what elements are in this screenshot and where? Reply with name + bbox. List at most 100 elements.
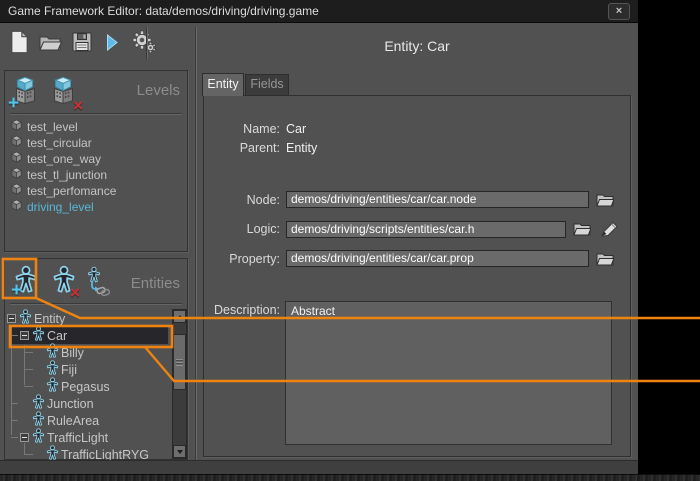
tree-connector	[11, 403, 18, 404]
scroll-up-button[interactable]	[173, 310, 186, 323]
level-item-label: test_one_way	[27, 152, 101, 166]
window-footer	[0, 460, 638, 474]
entities-tree: Entity Car Billy Fiji Pegasus Junction R…	[5, 310, 171, 460]
tree-connector	[11, 335, 18, 336]
tree-item-label: TrafficLight	[47, 431, 108, 445]
name-label: Name:	[206, 122, 280, 136]
levels-separator	[10, 113, 182, 115]
logic-path-input[interactable]: demos/driving/scripts/entities/car.h	[286, 221, 566, 238]
entity-person-icon	[32, 326, 47, 346]
node-path-input[interactable]: demos/driving/entities/car/car.node	[286, 191, 589, 208]
level-item-label: test_circular	[27, 136, 92, 150]
remove-level-button[interactable]: ×	[48, 75, 80, 111]
description-label: Description:	[203, 303, 280, 317]
tree-item-entity[interactable]: Entity	[5, 310, 168, 327]
level-item-label: test_perfomance	[27, 184, 116, 198]
level-list-item[interactable]: test_circular	[11, 135, 183, 151]
app-window: Game Framework Editor: data/demos/drivin…	[0, 0, 638, 474]
tree-item-label: Fiji	[61, 363, 77, 377]
parent-value: Entity	[286, 141, 317, 155]
description-textarea[interactable]: Abstract	[285, 301, 612, 445]
tree-item-label: Car	[47, 329, 67, 343]
tree-item-billy[interactable]: Billy	[5, 344, 168, 361]
entities-panel: + × Entities Entity Car Billy Fiji Pegas…	[4, 258, 188, 460]
toolbar-separator	[146, 27, 148, 59]
levels-list: test_level test_circular test_one_way test_…	[11, 119, 183, 215]
property-row: Property: demos/driving/entities/car/car.…	[206, 250, 631, 267]
tab-entity[interactable]: Entity	[202, 73, 244, 96]
tab-fields[interactable]: Fields	[245, 74, 289, 95]
name-value: Car	[286, 122, 306, 136]
node-folder-button[interactable]	[596, 193, 614, 207]
entities-panel-title: Entities	[131, 275, 180, 292]
logic-folder-button[interactable]	[573, 222, 591, 236]
scrollbar-thumb[interactable]	[173, 334, 186, 390]
new-file-button[interactable]	[10, 30, 29, 54]
level-item-label: test_level	[27, 120, 78, 134]
node-label: Node:	[206, 193, 280, 207]
level-item-label: test_tl_junction	[27, 168, 107, 182]
level-list-item[interactable]: driving_level	[11, 199, 183, 215]
logic-label: Logic:	[206, 222, 280, 236]
parent-label: Parent:	[206, 141, 280, 155]
entity-person-icon	[32, 428, 47, 448]
node-row: Node: demos/driving/entities/car/car.node	[206, 191, 631, 208]
tree-connector	[11, 437, 18, 438]
tree-item-label: Junction	[47, 397, 94, 411]
open-folder-button[interactable]	[39, 33, 62, 52]
levels-panel-title: Levels	[137, 82, 180, 99]
entity-person-icon	[46, 377, 61, 397]
tree-item-junction[interactable]: Junction	[5, 395, 168, 412]
tree-item-label: Billy	[61, 346, 84, 360]
entity-header-title: Entity: Car	[198, 38, 636, 54]
tree-item-label: RuleArea	[47, 414, 99, 428]
save-button[interactable]	[72, 32, 92, 52]
tree-expander-icon[interactable]	[20, 331, 29, 340]
tree-connector	[24, 454, 33, 455]
remove-entity-button[interactable]: ×	[48, 263, 80, 299]
logic-row: Logic: demos/driving/scripts/entities/car…	[206, 221, 631, 238]
level-item-label: driving_level	[27, 200, 94, 214]
property-label: Property:	[206, 252, 280, 266]
file-fields: Node: demos/driving/entities/car/car.node…	[206, 191, 631, 280]
logic-pencil-button[interactable]	[600, 221, 619, 238]
tree-item-label: Pegasus	[61, 380, 110, 394]
play-button[interactable]	[102, 34, 122, 51]
tree-scrollbar[interactable]	[172, 309, 187, 459]
level-list-item[interactable]: test_perfomance	[11, 183, 183, 199]
settings-button[interactable]	[132, 30, 156, 54]
tree-item-trafficlight[interactable]: TrafficLight	[5, 429, 168, 446]
tree-connector	[24, 352, 33, 353]
tree-item-car[interactable]: Car	[5, 327, 168, 344]
add-entity-button[interactable]: +	[10, 263, 42, 299]
levels-panel: + × Levels test_level test_circular test_o…	[4, 70, 188, 252]
add-level-button[interactable]: +	[10, 75, 42, 111]
screen: Game Framework Editor: data/demos/drivin…	[0, 0, 700, 481]
tree-item-pegasus[interactable]: Pegasus	[5, 378, 168, 395]
level-list-item[interactable]: test_one_way	[11, 151, 183, 167]
link-entity-button[interactable]	[86, 263, 118, 299]
level-cube-icon	[11, 198, 27, 216]
panel-divider	[195, 27, 197, 460]
close-button[interactable]: ×	[608, 3, 630, 20]
screen-bottom-strip	[0, 474, 700, 481]
tree-expander-icon[interactable]	[20, 433, 29, 442]
tree-item-fiji[interactable]: Fiji	[5, 361, 168, 378]
tree-connector	[24, 369, 33, 370]
tree-connector	[24, 386, 33, 387]
entities-toolbar: + ×	[10, 263, 118, 299]
tree-item-label: Entity	[34, 312, 65, 326]
window-title: Game Framework Editor: data/demos/drivin…	[8, 4, 319, 18]
scroll-down-button[interactable]	[173, 445, 186, 458]
levels-toolbar: + ×	[10, 75, 80, 111]
tree-item-rulearea[interactable]: RuleArea	[5, 412, 168, 429]
main-toolbar	[10, 30, 156, 54]
property-path-input[interactable]: demos/driving/entities/car/car.prop	[286, 250, 589, 267]
tree-expander-icon[interactable]	[7, 314, 16, 323]
titlebar: Game Framework Editor: data/demos/drivin…	[0, 0, 638, 23]
level-list-item[interactable]: test_level	[11, 119, 183, 135]
entities-separator	[10, 303, 182, 305]
property-folder-button[interactable]	[596, 252, 614, 266]
level-list-item[interactable]: test_tl_junction	[11, 167, 183, 183]
tree-connector	[11, 420, 18, 421]
